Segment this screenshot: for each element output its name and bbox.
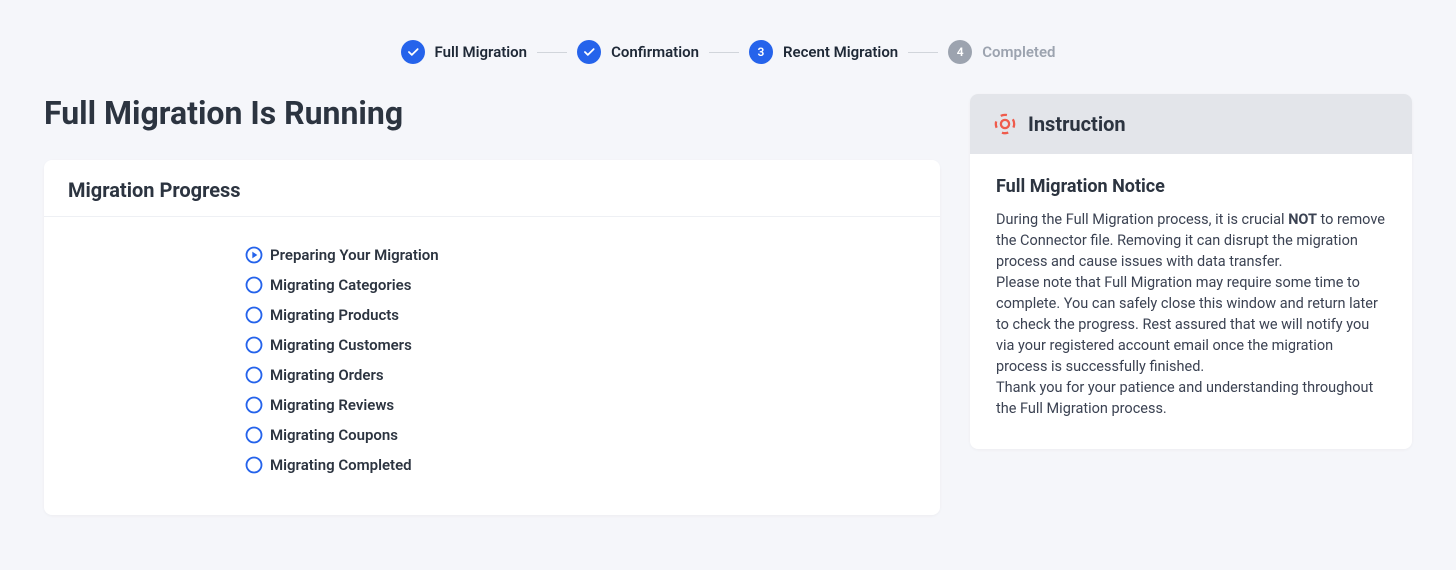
progress-label: Migrating Coupons <box>270 426 398 444</box>
progress-item-preparing: Preparing Your Migration <box>244 245 916 265</box>
progress-label: Migrating Completed <box>270 456 412 474</box>
step-divider <box>709 52 739 53</box>
circle-icon <box>244 455 264 475</box>
step-recent-migration[interactable]: 3 Recent Migration <box>749 40 898 64</box>
wizard-stepper: Full Migration Confirmation 3 Recent Mig… <box>0 0 1456 94</box>
progress-item-categories: Migrating Categories <box>244 275 916 295</box>
check-icon <box>577 40 601 64</box>
circle-icon <box>244 365 264 385</box>
step-divider <box>908 52 938 53</box>
step-label: Confirmation <box>611 43 699 61</box>
progress-label: Migrating Customers <box>270 336 412 354</box>
migration-progress-card: Migration Progress Preparing Your Migrat… <box>44 160 940 515</box>
step-confirmation[interactable]: Confirmation <box>577 40 699 64</box>
instruction-text: During the Full Migration process, it is… <box>996 211 1288 228</box>
circle-icon <box>244 275 264 295</box>
step-full-migration[interactable]: Full Migration <box>401 40 528 64</box>
page-title: Full Migration Is Running <box>44 94 940 132</box>
step-completed: 4 Completed <box>948 40 1055 64</box>
instruction-card: Instruction Full Migration Notice During… <box>970 94 1412 449</box>
instruction-subtitle: Full Migration Notice <box>996 176 1386 197</box>
progress-item-reviews: Migrating Reviews <box>244 395 916 415</box>
instruction-header-title: Instruction <box>1028 112 1126 136</box>
progress-label: Migrating Categories <box>270 276 411 294</box>
card-title: Migration Progress <box>68 178 916 202</box>
progress-item-products: Migrating Products <box>244 305 916 325</box>
progress-list: Preparing Your Migration Migrating Categ… <box>44 217 940 515</box>
instruction-strong: NOT <box>1288 211 1317 228</box>
step-label: Recent Migration <box>783 43 898 61</box>
step-label: Full Migration <box>435 43 528 61</box>
step-number-badge: 4 <box>948 40 972 64</box>
circle-icon <box>244 305 264 325</box>
circle-icon <box>244 335 264 355</box>
progress-label: Migrating Products <box>270 306 399 324</box>
play-circle-icon <box>244 245 264 265</box>
circle-icon <box>244 425 264 445</box>
step-number-badge: 3 <box>749 40 773 64</box>
check-icon <box>401 40 425 64</box>
progress-item-customers: Migrating Customers <box>244 335 916 355</box>
instruction-header: Instruction <box>970 94 1412 154</box>
progress-item-completed: Migrating Completed <box>244 455 916 475</box>
step-label: Completed <box>982 43 1055 61</box>
step-divider <box>537 52 567 53</box>
progress-label: Preparing Your Migration <box>270 246 439 264</box>
card-header: Migration Progress <box>44 160 940 217</box>
instruction-paragraph: During the Full Migration process, it is… <box>996 209 1386 272</box>
instruction-paragraph: Thank you for your patience and understa… <box>996 377 1386 419</box>
progress-label: Migrating Orders <box>270 366 384 384</box>
progress-item-orders: Migrating Orders <box>244 365 916 385</box>
circle-icon <box>244 395 264 415</box>
instruction-body: Full Migration Notice During the Full Mi… <box>970 154 1412 449</box>
lifebuoy-icon <box>994 113 1016 135</box>
progress-item-coupons: Migrating Coupons <box>244 425 916 445</box>
progress-label: Migrating Reviews <box>270 396 394 414</box>
instruction-paragraph: Please note that Full Migration may requ… <box>996 272 1386 377</box>
